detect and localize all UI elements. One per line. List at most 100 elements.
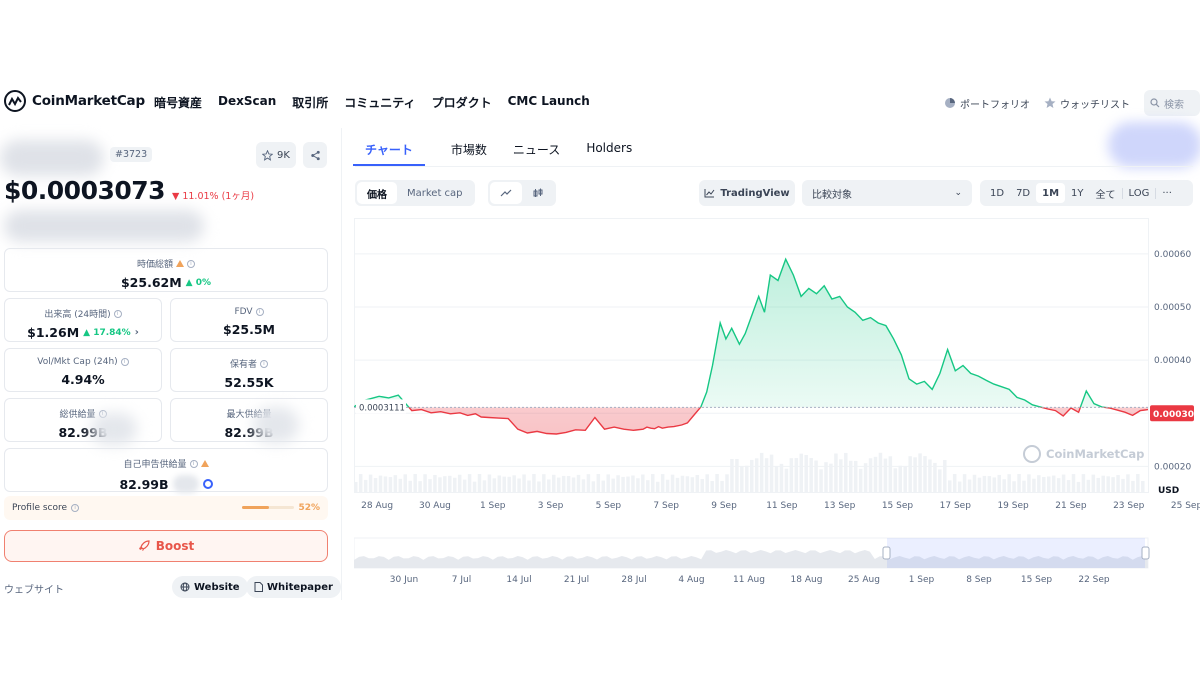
volume-bar — [586, 474, 591, 492]
market-cap-toggle[interactable]: Market cap — [397, 182, 473, 204]
volume-bar — [680, 475, 685, 492]
y-tick-label: 0.00050 — [1154, 303, 1191, 313]
volume-bar — [745, 465, 749, 492]
watchlist-button[interactable]: 9K — [256, 142, 296, 168]
nav-item-community[interactable]: コミュニティ — [344, 94, 415, 111]
info-icon[interactable]: i — [71, 504, 80, 512]
volume-bar — [581, 479, 586, 492]
info-icon[interactable]: i — [120, 358, 129, 366]
navigator-tick-label: 14 Jul — [506, 575, 531, 585]
tradingview-button[interactable]: TradingView — [699, 180, 795, 206]
volume-bar — [1061, 474, 1066, 492]
price-change-value: 11.01% (1ヶ月) — [182, 191, 255, 202]
info-icon[interactable]: i — [255, 308, 264, 316]
nav-item-cmc-launch[interactable]: CMC Launch — [508, 94, 590, 111]
nav-item-dexscan[interactable]: DexScan — [218, 94, 276, 111]
info-icon[interactable]: i — [187, 259, 195, 268]
price-toggle[interactable]: 価格 — [357, 182, 397, 204]
volume-bar — [1121, 478, 1125, 492]
volume-bar — [735, 458, 739, 492]
main-nav: 暗号資産 DexScan 取引所 コミュニティ プロダクト CMC Launch — [154, 94, 590, 111]
chart-style-toggle — [488, 180, 556, 206]
volume-bar — [646, 480, 650, 492]
brand-logo[interactable]: CoinMarketCap — [4, 90, 145, 112]
volume-change: ▲ 17.84% — [83, 327, 131, 338]
navigator-tick-label: 25 Aug — [848, 575, 880, 585]
volume-bar — [700, 479, 704, 492]
volume-bar — [893, 468, 898, 492]
candlestick-toggle[interactable] — [522, 182, 554, 204]
volume-bar — [413, 474, 417, 492]
share-button[interactable] — [303, 142, 327, 168]
search-input[interactable]: 検索 — [1144, 90, 1200, 116]
volume-bar — [1037, 475, 1041, 492]
volume-bar — [1096, 477, 1100, 492]
tab-chart[interactable]: チャート — [353, 141, 425, 166]
website-button[interactable]: Website — [172, 576, 248, 598]
volume-bar — [1116, 475, 1120, 492]
whitepaper-button[interactable]: Whitepaper — [246, 576, 341, 598]
boost-button[interactable]: Boost — [4, 530, 328, 562]
self-reported-value: 82.99B — [119, 476, 169, 492]
volume-bar — [705, 474, 709, 492]
volume-bar — [928, 459, 932, 492]
watchlist-link[interactable]: ウォッチリスト — [1044, 96, 1130, 111]
info-icon[interactable]: i — [189, 459, 198, 468]
range-1y[interactable]: 1Y — [1065, 188, 1089, 199]
volume-bar — [383, 476, 388, 492]
range-7d[interactable]: 7D — [1010, 188, 1036, 199]
navigator-tick-label: 8 Sep — [966, 575, 992, 585]
volume-bar — [418, 481, 422, 492]
x-tick-label: 19 Sep — [997, 501, 1029, 511]
tab-news[interactable]: ニュース — [513, 141, 560, 166]
log-toggle[interactable]: LOG — [1121, 187, 1156, 199]
market-cap-label: 時価総額 — [136, 260, 173, 270]
volume-bar — [740, 466, 744, 492]
volume-bar — [849, 460, 853, 492]
more-options-icon[interactable]: ··· — [1155, 187, 1178, 199]
volume-bar — [690, 477, 695, 492]
header-actions: ポートフォリオ ウォッチリスト 検索 — [944, 90, 1200, 116]
volume-bar — [631, 475, 635, 492]
x-tick-label: 9 Sep — [711, 501, 737, 511]
volume-bar — [448, 475, 452, 492]
volume-bar — [601, 480, 605, 492]
range-all[interactable]: 全て — [1090, 186, 1122, 201]
portfolio-link[interactable]: ポートフォリオ — [944, 96, 1030, 111]
market-cap-card: 時価総額 i $25.62M ▲ 0% — [4, 248, 328, 292]
info-icon[interactable]: i — [260, 359, 268, 368]
volume-bar — [363, 479, 368, 492]
price-chart-svg[interactable]: 0.00060 0.00050 0.00040 0.00020 USD 0.0003111… — [353, 218, 1200, 598]
volume-bar — [675, 477, 680, 492]
redacted-coin-name — [0, 140, 104, 176]
info-icon[interactable]: i — [113, 309, 122, 318]
chart-type-toggle: 価格 Market cap — [355, 180, 475, 206]
volume-bar — [774, 466, 779, 492]
nav-item-products[interactable]: プロダクト — [432, 94, 492, 111]
x-tick-label: 1 Sep — [480, 501, 506, 511]
range-1d[interactable]: 1D — [984, 188, 1010, 199]
range-1m[interactable]: 1M — [1036, 183, 1066, 203]
tab-holders[interactable]: Holders — [586, 141, 632, 166]
volume-bar — [665, 479, 670, 492]
warning-icon — [176, 260, 184, 267]
volume-bar — [1141, 481, 1145, 492]
volume-card[interactable]: 出来高 (24時間) i $1.26M ▲ 17.84% › — [4, 298, 162, 342]
nav-item-crypto[interactable]: 暗号資産 — [154, 94, 202, 111]
volume-bar — [685, 476, 690, 492]
price-chart[interactable]: 0.00060 0.00050 0.00040 0.00020 USD 0.0003111… — [353, 218, 1200, 598]
tab-markets[interactable]: 市場数 — [451, 141, 487, 166]
line-chart-toggle[interactable] — [490, 182, 522, 204]
compare-select[interactable]: 比較対象 ⌄ — [802, 180, 972, 206]
nav-item-exchanges[interactable]: 取引所 — [292, 94, 328, 111]
volume-bar — [967, 479, 972, 492]
max-supply-card: 最大供給量 82.99B — [170, 398, 328, 443]
profile-score: Profile score i 52% — [4, 496, 328, 520]
volume-bar — [457, 474, 462, 492]
volume-bar — [710, 481, 714, 492]
warning-icon — [200, 460, 209, 467]
search-icon — [1150, 98, 1160, 108]
profile-score-label: Profile score — [12, 503, 68, 513]
volume-bar — [606, 474, 610, 492]
volume-bar — [378, 475, 383, 492]
